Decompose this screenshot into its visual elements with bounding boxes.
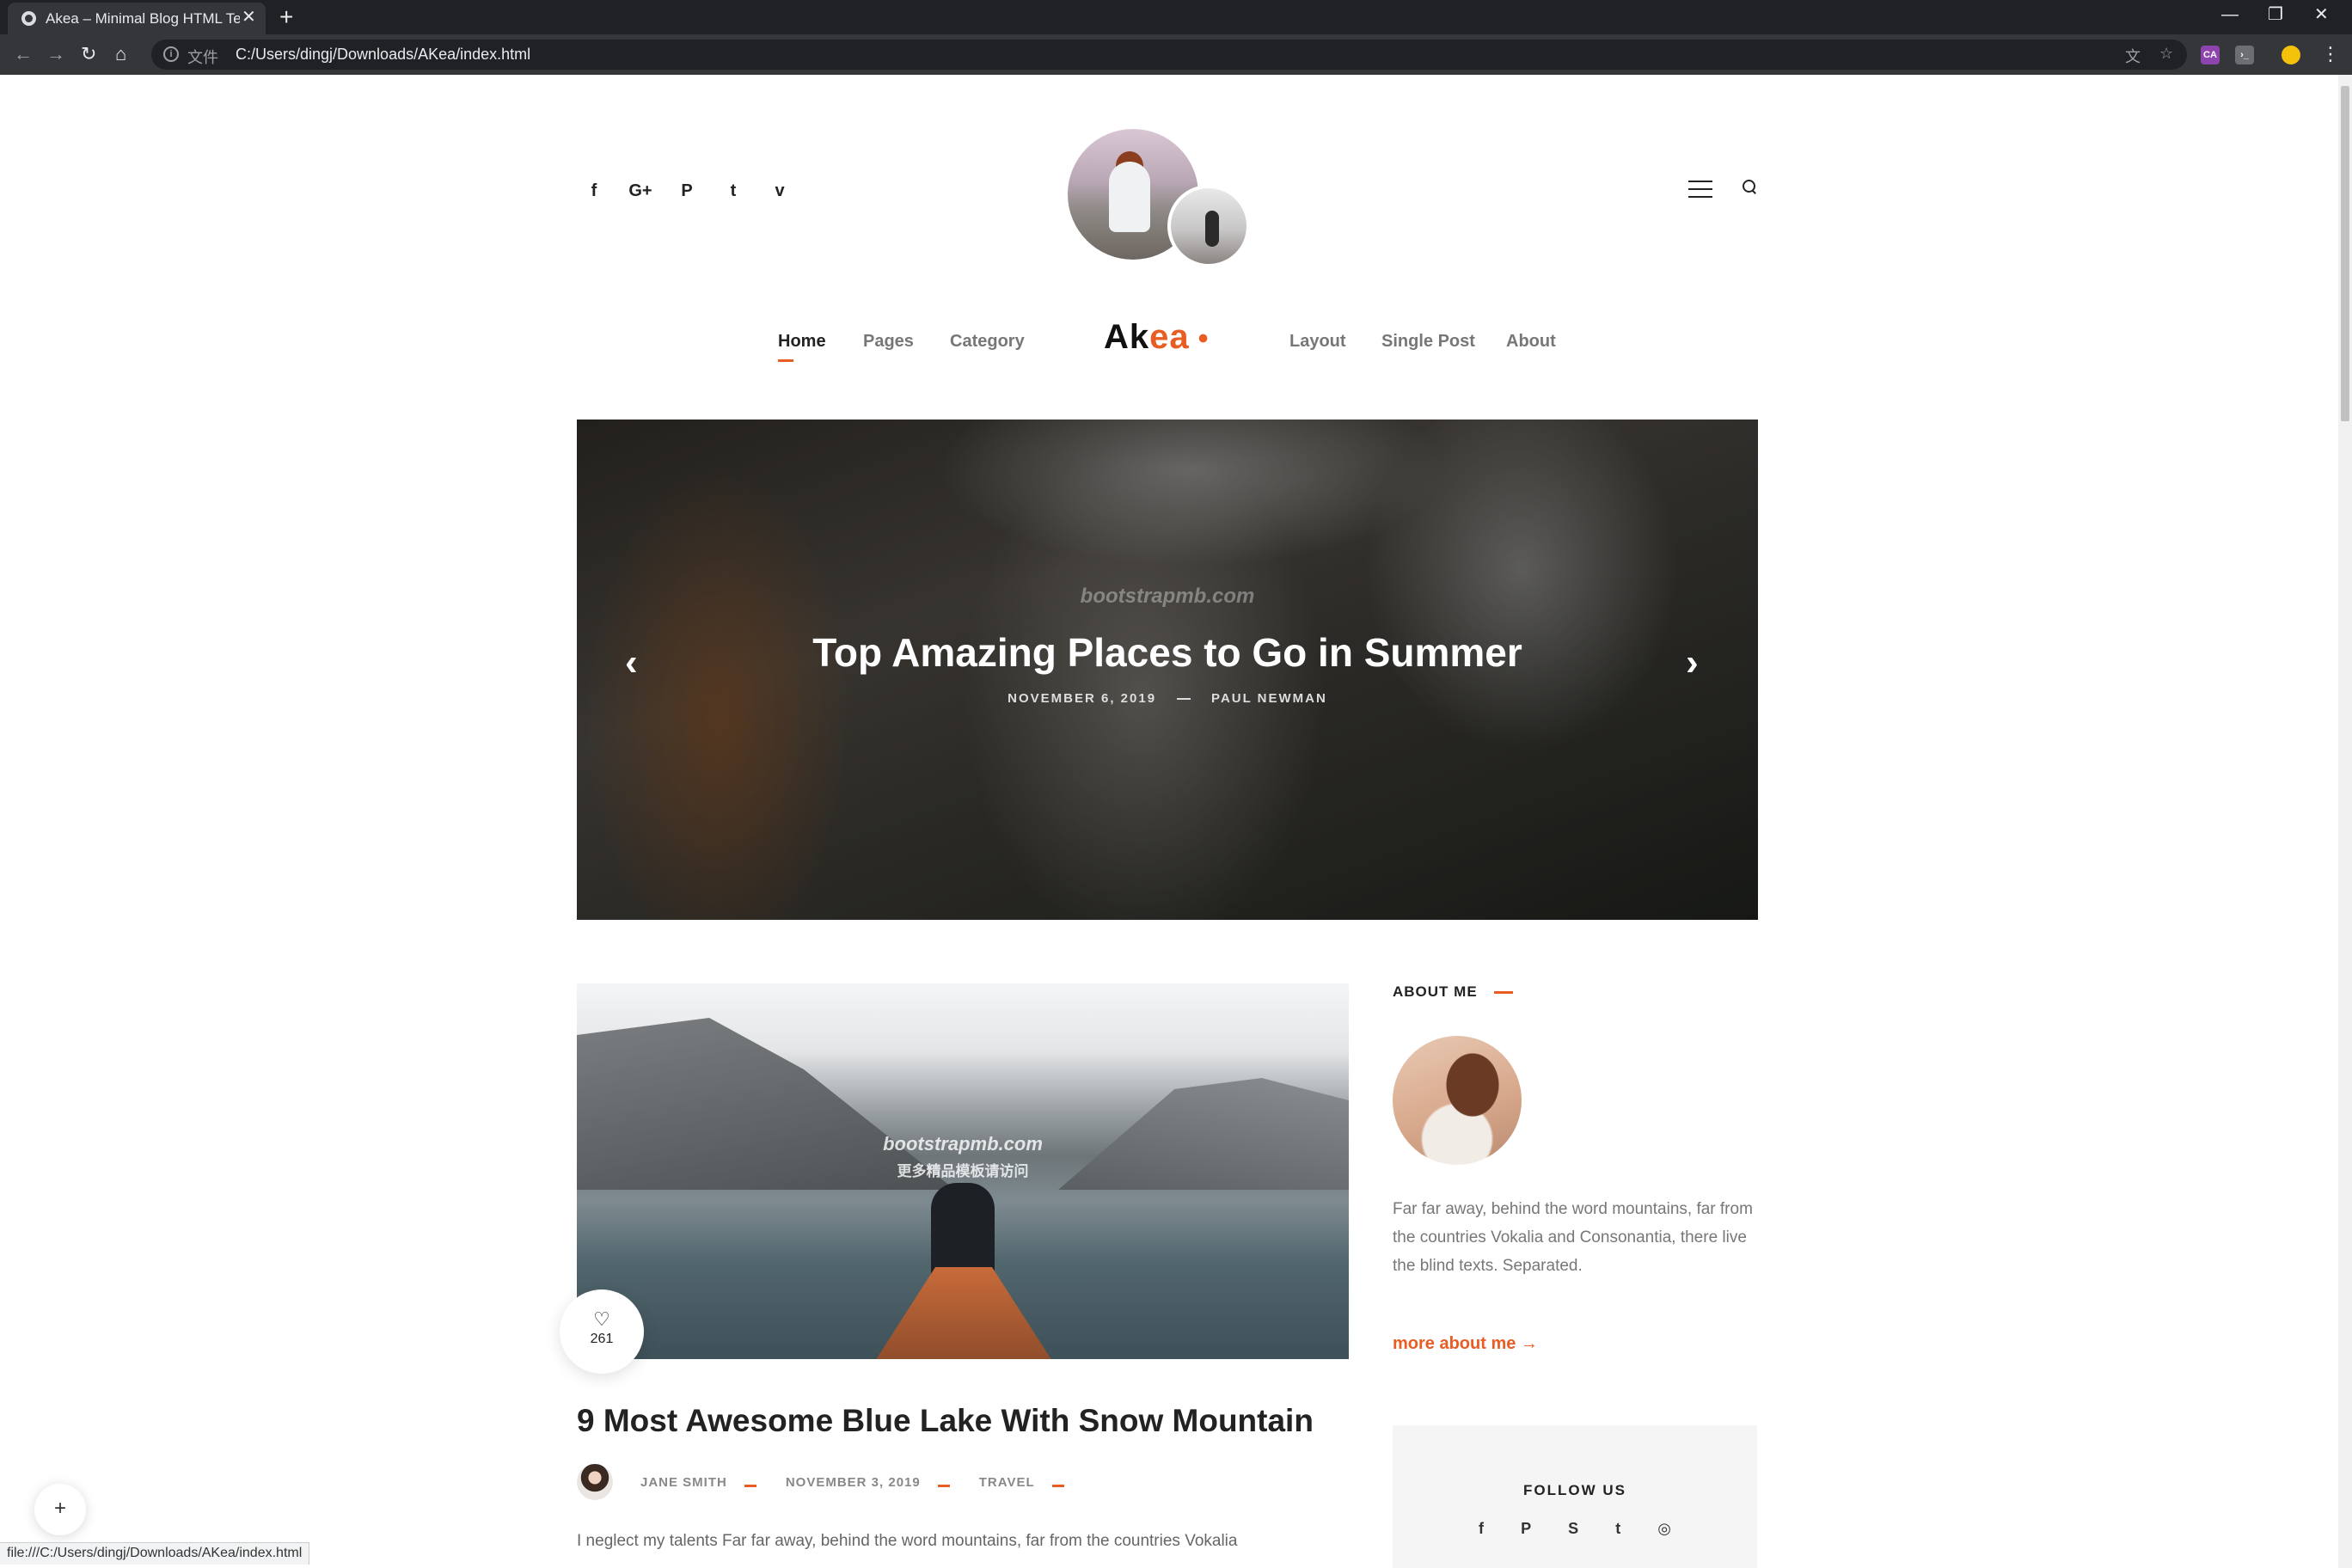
extension-terminal-icon[interactable]: ›_ [2235,46,2254,64]
pinterest-icon[interactable]: P [664,181,710,201]
slider-next-icon[interactable]: › [1686,641,1699,684]
post-excerpt: I neglect my talents Far far away, behin… [577,1532,1238,1550]
slider-prev-icon[interactable]: ‹ [625,641,638,684]
nav-category[interactable]: Category [950,332,1025,352]
menu-icon[interactable]: ⋮ [2321,42,2340,66]
close-tab-icon[interactable]: ✕ [242,9,256,26]
address-bar[interactable]: i 文件 C:/Users/dingj/Downloads/AKea/index… [151,40,2187,70]
nav-layout[interactable]: Layout [1289,332,1346,352]
heart-icon: ♡ [593,1308,610,1330]
brand-prefix: Ak [1104,318,1150,356]
floating-add-button[interactable]: + [34,1484,86,1535]
nav-single-post[interactable]: Single Post [1381,332,1475,352]
hero-meta: NOVEMBER 6, 2019 PAUL NEWMAN [577,691,1758,706]
pinterest-icon[interactable]: P [1521,1520,1531,1538]
nav-active-indicator [778,359,793,362]
google-plus-icon[interactable]: G+ [617,181,664,201]
post-title[interactable]: 9 Most Awesome Blue Lake With Snow Mount… [577,1403,1314,1439]
hero-watermark: bootstrapmb.com [1080,585,1255,608]
follow-us-widget: FOLLOW US f P S t ◎ [1393,1425,1757,1568]
post-date: NOVEMBER 3, 2019 [785,1474,921,1490]
forward-icon[interactable]: → [46,42,65,66]
skype-icon[interactable]: S [1568,1520,1578,1538]
hero-title[interactable]: Top Amazing Places to Go in Summer [577,629,1758,676]
browser-toolbar: ← → ↻ ⌂ i 文件 C:/Users/dingj/Downloads/AK… [0,34,2352,75]
post-image[interactable]: bootstrapmb.com 更多精品模板请访问 [577,983,1349,1359]
like-button[interactable]: ♡ 261 [560,1289,644,1374]
nav-about[interactable]: About [1506,332,1556,352]
about-avatar [1393,1036,1522,1165]
instagram-icon[interactable]: ◎ [1657,1520,1671,1538]
back-icon[interactable]: ← [14,42,33,66]
nav-pages[interactable]: Pages [863,332,914,352]
about-heading-dash [1494,991,1513,994]
follow-icons: f P S t ◎ [1479,1520,1671,1538]
about-text: Far far away, behind the word mountains,… [1393,1200,1753,1275]
author-avatar [577,1464,613,1500]
twitter-icon[interactable]: t [1615,1520,1620,1538]
nav-home[interactable]: Home [778,332,826,352]
close-window-icon[interactable]: ✕ [2314,4,2329,25]
post-author[interactable]: JANE SMITH [640,1475,727,1490]
url-scheme: 文件 [187,49,218,66]
brand-dot: • [1197,322,1210,355]
header-social-links: f G+ P t v [571,181,803,201]
new-tab-button[interactable]: + [279,3,293,31]
extension-ca-icon[interactable]: CA [2201,46,2220,64]
header-photo-small [1167,185,1250,267]
search-icon[interactable] [1743,180,1756,193]
globe-icon [21,11,36,26]
star-icon[interactable]: ☆ [2159,45,2173,63]
scrollbar-thumb[interactable] [2341,86,2349,421]
brand-accent: ea [1149,318,1190,356]
about-heading: ABOUT ME [1393,983,1478,1000]
restore-icon[interactable]: ❐ [2268,4,2283,25]
vimeo-icon[interactable]: v [756,181,803,201]
browser-tab[interactable]: Akea – Minimal Blog HTML Te ✕ [8,3,266,34]
hero-slider[interactable]: bootstrapmb.com Top Amazing Places to Go… [577,420,1758,920]
twitter-icon[interactable]: t [710,181,756,201]
facebook-icon[interactable]: f [1479,1520,1484,1538]
profile-avatar[interactable] [2282,46,2300,64]
browser-tab-strip: Akea – Minimal Blog HTML Te ✕ + — ❐ ✕ [0,0,2352,34]
reload-icon[interactable]: ↻ [81,42,96,66]
hero-author[interactable]: PAUL NEWMAN [1211,691,1327,706]
hamburger-menu-icon[interactable] [1688,181,1712,204]
post-image-watermark: bootstrapmb.com [883,1133,1043,1155]
site-logo[interactable]: Akea • [1104,318,1210,357]
post-category[interactable]: TRAVEL [979,1475,1035,1490]
translate-icon[interactable]: 文 [2125,45,2141,67]
facebook-icon[interactable]: f [571,181,617,201]
post-meta: JANE SMITH NOVEMBER 3, 2019 TRAVEL [577,1461,1093,1503]
url-text[interactable]: C:/Users/dingj/Downloads/AKea/index.html [236,46,530,64]
more-about-link[interactable]: more about me → [1393,1334,1538,1354]
like-count: 261 [590,1332,614,1346]
home-icon[interactable]: ⌂ [115,42,126,66]
info-icon[interactable]: i [163,46,179,62]
hero-date: NOVEMBER 6, 2019 [1008,691,1157,706]
tab-title: Akea – Minimal Blog HTML Te [46,10,240,27]
follow-heading: FOLLOW US [1523,1482,1626,1498]
minimize-icon[interactable]: — [2221,4,2239,25]
status-url: file:///C:/Users/dingj/Downloads/AKea/in… [0,1542,310,1565]
post-image-watermark-sub: 更多精品模板请访问 [897,1163,1029,1179]
